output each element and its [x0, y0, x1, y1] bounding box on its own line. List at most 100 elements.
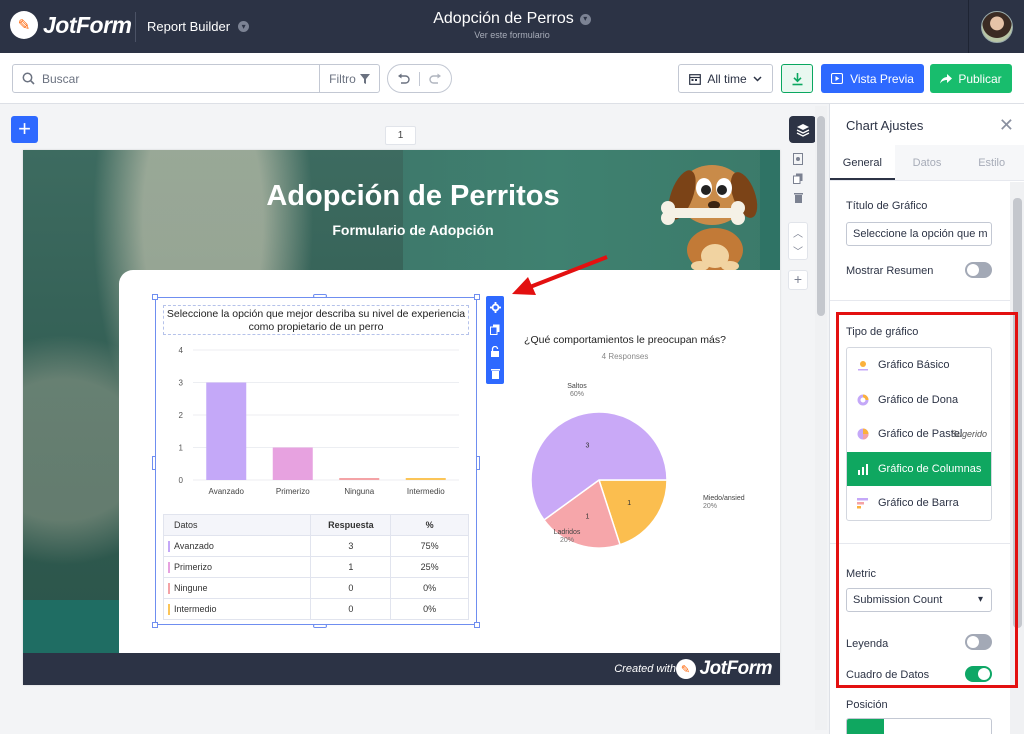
y-tick-label: 2 [179, 411, 184, 420]
pie-chart-title: ¿Qué comportamientos le preocupan más? [524, 334, 726, 346]
table-cell-label: Avanzado [162, 535, 312, 557]
resize-handle[interactable] [152, 622, 158, 628]
resize-handle[interactable] [474, 622, 480, 628]
pie-category-label: Ladridos [554, 529, 581, 536]
add-page-button[interactable]: + [788, 270, 808, 290]
panel-divider [830, 300, 1010, 301]
page-order-controls: ︿ ﹀ [788, 222, 808, 260]
play-icon [831, 73, 844, 84]
chevron-down-icon[interactable]: ﹀ [793, 243, 803, 258]
preview-button[interactable]: Vista Previa [821, 64, 924, 93]
canvas-scrollbar[interactable] [815, 106, 827, 730]
layers-button[interactable] [789, 116, 816, 143]
panel-title: Chart Ajustes [846, 118, 924, 133]
page-settings-button[interactable] [790, 152, 806, 166]
layers-icon [796, 123, 809, 137]
resize-handle[interactable] [313, 624, 327, 628]
banner-title[interactable]: Adopción de Perritos [213, 180, 613, 213]
filter-button[interactable]: Filtro [319, 65, 379, 92]
chevron-up-icon[interactable]: ︿ [793, 225, 803, 240]
undo-button[interactable] [388, 65, 419, 92]
pie-percent-label: 20% [703, 503, 717, 510]
footer-logo: ✎ JotForm [675, 658, 773, 680]
avatar [980, 10, 1013, 43]
table-row: Avanzado 3 75% [162, 535, 469, 557]
banner-subtitle[interactable]: Formulario de Adopción [213, 222, 613, 238]
publish-button[interactable]: Publicar [930, 64, 1012, 93]
x-tick-label: Avanzado [209, 487, 245, 496]
bar [339, 478, 380, 480]
search-box: Filtro [12, 64, 380, 93]
annotation-highlight-box [836, 312, 1018, 688]
plus-icon: + [793, 271, 803, 287]
y-tick-label: 4 [179, 346, 184, 355]
position-option-selected[interactable] [847, 719, 884, 734]
legend-swatch [168, 562, 170, 573]
pie-chart-widget[interactable]: ¿Qué comportamientos le preocupan más? 4… [505, 334, 745, 564]
tab-datos[interactable]: Datos [895, 145, 960, 180]
table-header-respuesta: Respuesta [310, 514, 392, 536]
resize-handle[interactable] [152, 294, 158, 300]
resize-handle[interactable] [152, 456, 156, 470]
close-icon[interactable]: ✕ [999, 116, 1014, 134]
position-selector[interactable] [846, 718, 992, 734]
table-cell-count: 3 [310, 535, 392, 557]
tab-general[interactable]: General [830, 145, 895, 180]
x-tick-label: Ninguna [344, 487, 374, 496]
duplicate-page-button[interactable] [790, 171, 806, 185]
search-input[interactable] [42, 71, 312, 86]
date-range-select[interactable]: All time [678, 64, 773, 93]
report-title[interactable]: Adopción de Perros ▾ [433, 10, 591, 28]
gear-icon[interactable] [489, 301, 501, 313]
chart-title-input[interactable]: Seleccione la opción que m [846, 222, 992, 246]
data-table: Datos Respuesta % Avanzado 3 75% Primeri… [162, 514, 469, 620]
y-tick-label: 3 [179, 379, 184, 388]
footer-logo-text: JotForm [699, 658, 773, 679]
chart-title-label: Título de Gráfico [846, 200, 928, 212]
page-tools [788, 152, 808, 204]
bar-chart-widget[interactable]: Seleccione la opción que mejor describa … [152, 294, 480, 628]
bar-chart-title[interactable]: Seleccione la opción que mejor describa … [163, 305, 469, 335]
account-menu[interactable] [968, 0, 1024, 53]
unlock-icon[interactable] [490, 345, 500, 357]
resize-handle[interactable] [476, 456, 480, 470]
bar [405, 478, 446, 480]
legend-swatch [168, 604, 170, 615]
view-form-link[interactable]: Ver este formulario [380, 30, 644, 40]
pie-responses-count: 4 Responses [601, 352, 649, 361]
redo-button[interactable] [420, 65, 451, 92]
report-title-text: Adopción de Perros [433, 10, 574, 27]
pie-percent-label: 60% [570, 391, 584, 398]
table-cell-count: 0 [310, 577, 392, 599]
bar [272, 447, 313, 480]
trash-icon [793, 192, 803, 203]
delete-page-button[interactable] [790, 190, 806, 204]
show-summary-toggle[interactable] [965, 262, 992, 278]
jotform-logo[interactable]: ✎ JotForm [10, 11, 132, 39]
scrollbar-thumb[interactable] [817, 116, 825, 316]
jotform-logo-icon: ✎ [10, 11, 38, 39]
download-button[interactable] [781, 64, 813, 93]
created-with-label: Created with [614, 663, 676, 675]
x-tick-label: Primerizo [276, 487, 310, 496]
pie-category-label: Saltos [567, 383, 587, 390]
position-label: Posición [846, 699, 888, 711]
plus-icon: + [18, 116, 31, 141]
search-icon [22, 72, 38, 85]
report-footer: Created with ✎ JotForm [23, 653, 780, 685]
resize-handle[interactable] [313, 294, 327, 298]
tab-estilo[interactable]: Estilo [959, 145, 1024, 180]
jotform-logo-icon: ✎ [675, 659, 696, 679]
trash-icon[interactable] [490, 368, 500, 379]
chevron-down-icon [753, 75, 762, 82]
copy-icon[interactable] [490, 324, 500, 335]
date-range-label: All time [707, 71, 747, 86]
table-cell-count: 1 [310, 556, 392, 578]
page-number: 1 [385, 126, 416, 145]
toggle-knob [967, 264, 979, 276]
report-builder-menu[interactable]: Report Builder ▾ [147, 19, 250, 34]
add-element-button[interactable]: + [11, 116, 38, 143]
panel-header: Chart Ajustes ✕ [830, 104, 1024, 145]
calendar-icon [689, 73, 702, 85]
resize-handle[interactable] [474, 294, 480, 300]
